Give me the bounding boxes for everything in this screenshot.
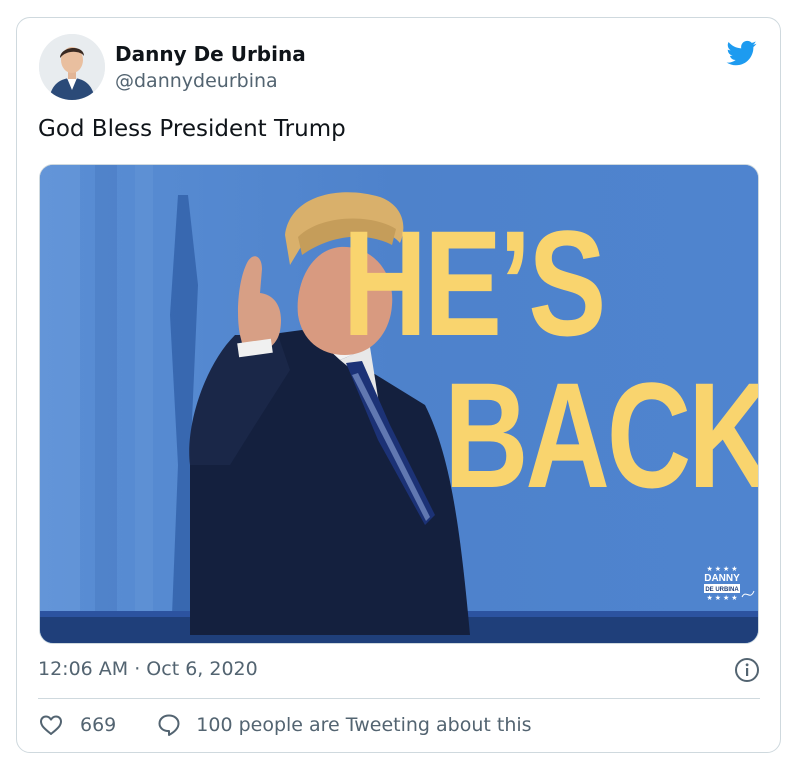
tweet-actions: 669 100 people are Tweeting about this bbox=[38, 710, 532, 740]
tweet-text: God Bless President Trump bbox=[38, 116, 346, 142]
tweeting-text: 100 people are Tweeting about this bbox=[196, 714, 532, 736]
tweet-card[interactable]: Danny De Urbina @dannydeurbina God Bless… bbox=[16, 17, 781, 753]
headline-line2: BACK. bbox=[444, 351, 759, 519]
avatar-image bbox=[39, 34, 105, 100]
tweeting-link[interactable]: 100 people are Tweeting about this bbox=[156, 712, 532, 738]
info-icon[interactable] bbox=[734, 657, 760, 683]
tweet-timestamp[interactable]: 12:06 AM · Oct 6, 2020 bbox=[38, 658, 258, 680]
twitter-bird-icon[interactable] bbox=[725, 38, 759, 68]
logo-stars-bottom: ★ ★ ★ ★ bbox=[707, 594, 738, 602]
tweet-media[interactable]: HE’S BACK. ★ ★ ★ ★ DANNY DE URBINA ★ ★ ★… bbox=[39, 164, 759, 644]
heart-icon[interactable] bbox=[38, 712, 64, 738]
logo-surname: DE URBINA bbox=[705, 587, 739, 593]
headline-line1: HE’S bbox=[343, 199, 604, 367]
divider bbox=[38, 698, 760, 699]
author-name[interactable]: Danny De Urbina bbox=[115, 42, 306, 66]
media-image: HE’S BACK. ★ ★ ★ ★ DANNY DE URBINA ★ ★ ★… bbox=[40, 165, 759, 643]
logo-stars-top: ★ ★ ★ ★ bbox=[707, 565, 738, 573]
avatar[interactable] bbox=[39, 34, 105, 100]
author-handle[interactable]: @dannydeurbina bbox=[115, 70, 278, 92]
logo-name: DANNY bbox=[704, 573, 740, 584]
speech-bubble-icon bbox=[158, 714, 180, 736]
like-count[interactable]: 669 bbox=[80, 714, 116, 736]
